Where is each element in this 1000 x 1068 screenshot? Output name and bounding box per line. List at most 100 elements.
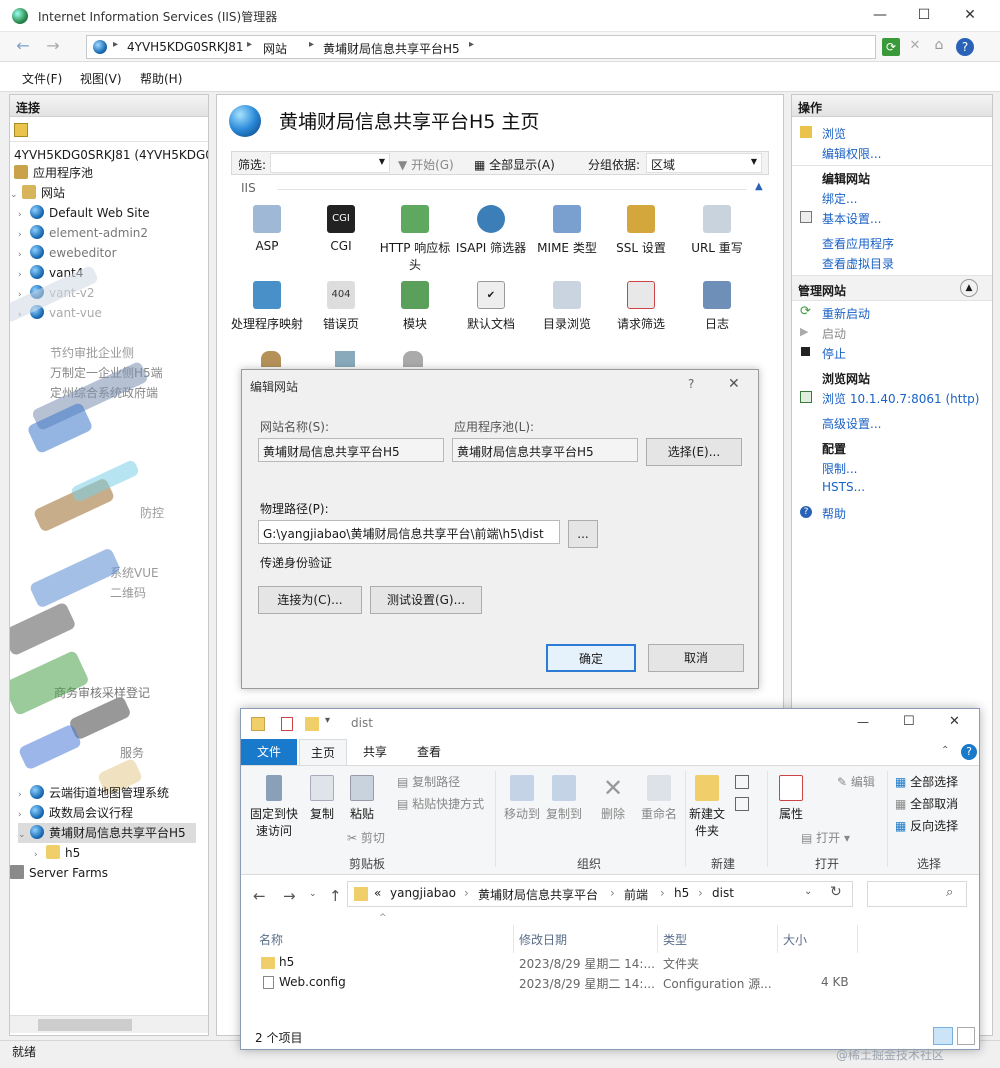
tree-site-partial[interactable]: 防控 <box>140 503 164 523</box>
tab-share[interactable]: 共享 <box>351 739 399 765</box>
select-all-button[interactable]: ▦ 全部选择 <box>895 773 958 790</box>
tree-server[interactable]: 4YVH5KDG0SRKJ81 (4YVH5KDG0 <box>14 145 208 165</box>
path-frontend[interactable]: 前端 <box>624 886 648 903</box>
path-project[interactable]: 黄埔财局信息共享平台 <box>478 886 598 903</box>
invert-selection-button[interactable]: ▦ 反向选择 <box>895 817 958 834</box>
paste-button[interactable]: 粘贴 <box>345 775 379 822</box>
dialog-help-button[interactable]: ? <box>688 377 694 391</box>
output-cache-icon[interactable] <box>403 351 423 367</box>
move-to-button[interactable]: 移动到 <box>501 775 543 822</box>
tree-app-pools[interactable]: 应用程序池 <box>14 163 93 183</box>
authentication-icon[interactable] <box>261 351 281 367</box>
action-start[interactable]: 启动 <box>822 325 846 342</box>
browse-path-button[interactable]: ... <box>568 520 598 548</box>
menu-view[interactable]: 视图(V) <box>80 70 122 87</box>
pin-quick-access-button[interactable]: 固定到快速访问 <box>247 775 301 839</box>
path-overflow[interactable]: « <box>374 886 381 900</box>
rename-button[interactable]: 重命名 <box>637 775 681 822</box>
action-stop[interactable]: 停止 <box>822 345 846 362</box>
explorer-back-icon[interactable]: ← <box>253 887 266 905</box>
tree-site-partial[interactable]: 节约审批企业侧 <box>50 343 134 363</box>
copy-to-button[interactable]: 复制到 <box>543 775 585 822</box>
details-view-icon[interactable] <box>933 1027 953 1045</box>
qat-dropdown-icon[interactable]: ▾ <box>325 715 330 726</box>
tree-folder-h5[interactable]: › h5 <box>34 843 80 863</box>
tab-home[interactable]: 主页 <box>299 739 347 765</box>
feature-ssl[interactable]: SSL 设置 <box>605 205 677 256</box>
explorer-minimize-button[interactable]: — <box>857 715 869 729</box>
cut-button[interactable]: ✂ 剪切 <box>347 829 385 846</box>
forward-icon[interactable]: → <box>42 37 64 57</box>
feature-directory-browsing[interactable]: 目录浏览 <box>531 281 603 332</box>
feature-modules[interactable]: 模块 <box>379 281 451 332</box>
connect-icon[interactable] <box>14 123 28 137</box>
explorer-forward-icon[interactable]: → <box>283 887 296 905</box>
action-limits[interactable]: 限制... <box>822 460 857 477</box>
path-h5[interactable]: h5 <box>674 886 689 900</box>
column-size[interactable]: 大小 <box>783 931 807 948</box>
back-icon[interactable]: ← <box>12 37 34 57</box>
feature-cgi[interactable]: CGI CGI <box>305 205 377 253</box>
action-browse[interactable]: 浏览 <box>822 125 846 142</box>
column-date[interactable]: 修改日期 <box>519 931 567 948</box>
test-settings-button[interactable]: 测试设置(G)... <box>370 586 482 614</box>
feature-http-headers[interactable]: HTTP 响应标头 <box>379 205 451 273</box>
show-all-button[interactable]: ▦ 全部显示(A) <box>474 156 555 173</box>
path-dropdown-icon[interactable]: ⌄ <box>804 886 812 897</box>
action-edit-permissions[interactable]: 编辑权限... <box>822 145 881 162</box>
home-icon[interactable]: ⌂ <box>930 37 948 55</box>
action-advanced-settings[interactable]: 高级设置... <box>822 415 881 432</box>
tree-site-meeting[interactable]: › 政数局会议行程 <box>18 803 133 823</box>
tab-file[interactable]: 文件 <box>241 739 297 765</box>
close-button[interactable]: ✕ <box>948 4 992 28</box>
start-button[interactable]: ▼ 开始(G) <box>398 156 454 173</box>
collapse-icon[interactable]: ▲ <box>755 181 763 192</box>
paste-shortcut-button[interactable]: ▤ 粘贴快捷方式 <box>397 795 484 812</box>
explorer-help-icon[interactable]: ? <box>961 744 977 760</box>
feature-logging[interactable]: 日志 <box>681 281 753 332</box>
crumb-server[interactable]: 4YVH5KDG0SRKJ81 <box>127 40 244 54</box>
menu-help[interactable]: 帮助(H) <box>140 70 182 87</box>
explorer-search-box[interactable]: ⌕ <box>867 881 967 907</box>
tab-view[interactable]: 查看 <box>405 739 453 765</box>
column-type[interactable]: 类型 <box>663 931 687 948</box>
recent-dropdown-icon[interactable]: ⌄ <box>309 889 317 899</box>
copy-path-button[interactable]: ▤ 复制路径 <box>397 773 460 790</box>
feature-mime-types[interactable]: MIME 类型 <box>531 205 603 256</box>
delete-button[interactable]: ✕ 删除 <box>591 775 635 822</box>
large-icons-view-icon[interactable] <box>957 1027 975 1045</box>
cancel-button[interactable]: 取消 <box>648 644 744 672</box>
action-view-apps[interactable]: 查看应用程序 <box>822 235 894 252</box>
copy-button[interactable]: 复制 <box>305 775 339 822</box>
tree-site-element-admin2[interactable]: › element-admin2 <box>18 223 148 243</box>
physical-path-field[interactable]: G:\yangjiabao\黄埔财局信息共享平台\前端\h5\dist <box>258 520 560 544</box>
address-field[interactable]: ▸ 4YVH5KDG0SRKJ81 ▸ 网站 ▸ 黄埔财局信息共享平台H5 ▸ <box>86 35 876 59</box>
help-icon[interactable]: ? <box>956 38 974 56</box>
ok-button[interactable]: 确定 <box>546 644 636 672</box>
feature-default-document[interactable]: ✔ 默认文档 <box>455 281 527 332</box>
action-basic-settings[interactable]: 基本设置... <box>822 210 881 227</box>
ribbon-collapse-icon[interactable]: ⌃ <box>941 745 949 756</box>
easy-access-icon[interactable] <box>735 797 749 811</box>
explorer-close-button[interactable]: ✕ <box>949 714 960 729</box>
feature-url-rewrite[interactable]: URL 重写 <box>681 205 753 256</box>
maximize-button[interactable]: ☐ <box>902 4 946 28</box>
feature-isapi-filters[interactable]: ISAPI 筛选器 <box>455 205 527 256</box>
up-icon[interactable]: ↑ <box>329 887 342 905</box>
explorer-refresh-icon[interactable]: ↻ <box>830 884 842 900</box>
properties-button[interactable]: 属性 <box>773 775 809 822</box>
stop-icon[interactable]: ✕ <box>906 38 924 56</box>
minimize-button[interactable]: — <box>858 4 902 28</box>
new-folder-qat-icon[interactable] <box>305 717 319 731</box>
group-select[interactable]: 区域 ▼ <box>646 153 762 173</box>
menu-file[interactable]: 文件(F) <box>22 70 62 87</box>
horizontal-scrollbar[interactable] <box>10 1015 208 1033</box>
collapse-manage-icon[interactable]: ▲ <box>960 279 978 297</box>
explorer-path-bar[interactable]: « yangjiabao › 黄埔财局信息共享平台 › 前端 › h5 › di… <box>347 881 853 907</box>
file-row[interactable]: h5 2023/8/29 星期二 14:... 文件夹 <box>255 953 865 973</box>
site-name-field[interactable]: 黄埔财局信息共享平台H5 <box>258 438 444 462</box>
action-restart[interactable]: 重新启动 <box>822 305 870 322</box>
path-dist[interactable]: dist <box>712 886 734 900</box>
tree-site-map[interactable]: › 云端街道地图管理系统 <box>18 783 169 803</box>
open-button[interactable]: ▤ 打开 ▾ <box>801 829 850 846</box>
